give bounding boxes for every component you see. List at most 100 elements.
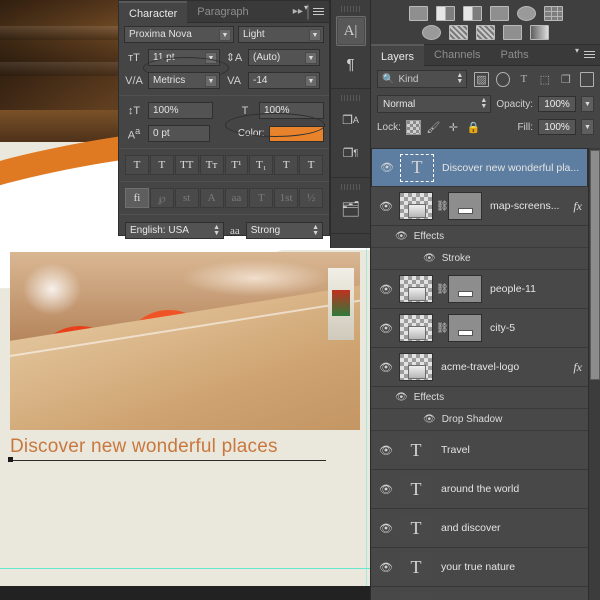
- layer-visibility-eye-icon[interactable]: 👁: [373, 561, 399, 574]
- adjustments-panel[interactable]: [371, 0, 600, 45]
- layer-visibility-eye-icon[interactable]: 👁: [373, 283, 399, 296]
- tracking-field[interactable]: -14 ▼: [248, 72, 320, 89]
- layer-visibility-eye-icon[interactable]: 👁: [373, 444, 399, 457]
- layer-thumbnail-text[interactable]: T: [399, 592, 433, 600]
- character-panel-icon[interactable]: A |: [335, 16, 366, 46]
- layer-effect-row[interactable]: 👁 Stroke: [371, 248, 588, 270]
- levels-icon[interactable]: [435, 6, 455, 21]
- language-stepper-icon[interactable]: ▲ ▼: [213, 224, 220, 237]
- fill-value[interactable]: 100%: [538, 119, 576, 135]
- effect-visibility-eye-icon[interactable]: 👁: [423, 414, 436, 425]
- photo-filter-icon[interactable]: [476, 25, 495, 40]
- layer-name[interactable]: and discover: [433, 522, 588, 534]
- layer-visibility-eye-icon[interactable]: 👁: [373, 361, 399, 374]
- character-panel-tabs[interactable]: Character Paragraph ▸▸ |: [119, 0, 329, 23]
- layer-mask-link-icon[interactable]: ⛓: [436, 284, 449, 295]
- character-styles-icon[interactable]: ❐ A: [336, 105, 366, 135]
- layer-effects-fx-icon[interactable]: fx: [573, 199, 588, 214]
- font-family-dropdown-arrow[interactable]: ▼: [219, 29, 231, 41]
- channel-mixer-icon[interactable]: [503, 25, 522, 40]
- brightness-contrast-icon[interactable]: [408, 6, 428, 21]
- panel-menu-icon[interactable]: [304, 3, 324, 17]
- pixel-filter-icon[interactable]: ▨: [474, 71, 489, 87]
- tab-paragraph[interactable]: Paragraph: [187, 1, 258, 23]
- paragraph-panel-icon[interactable]: ¶: [336, 49, 366, 79]
- effect-visibility-eye-icon[interactable]: 👁: [423, 253, 436, 264]
- effect-visibility-eye-icon[interactable]: 👁: [395, 392, 408, 403]
- adjustments-row-2[interactable]: [377, 23, 594, 42]
- smart-object-filter-icon[interactable]: ❐: [559, 72, 573, 87]
- layer-name[interactable]: city-5: [482, 322, 588, 334]
- lock-image-pixels-icon[interactable]: 🖌: [426, 120, 441, 135]
- text-style-button-row[interactable]: T T TT Tᴛ T¹ T₁ T T: [119, 152, 329, 178]
- adjustments-icon[interactable]: 🗂: [336, 194, 366, 224]
- paragraph-styles-icon[interactable]: ❐ ¶: [336, 138, 366, 168]
- exposure-icon[interactable]: [489, 6, 509, 21]
- font-family-row[interactable]: Proxima Nova ▼ Light ▼: [119, 23, 329, 46]
- horizontal-scale-field[interactable]: 100%: [259, 102, 324, 119]
- layer-thumbnail-text[interactable]: T: [399, 436, 433, 464]
- layer-kind-stepper-icon[interactable]: ▲ ▼: [456, 72, 463, 85]
- layer-row[interactable]: 👁 T Discover new wonderful pla...: [371, 148, 588, 187]
- tab-paths[interactable]: Paths: [491, 44, 539, 66]
- font-family-field[interactable]: Proxima Nova ▼: [124, 26, 234, 43]
- canvas-headline-text[interactable]: Discover new wonderful places: [10, 436, 350, 458]
- hue-saturation-icon[interactable]: [543, 6, 563, 21]
- titling-alternates-button[interactable]: T: [249, 188, 274, 208]
- layer-effect-row[interactable]: 👁 Effects: [371, 387, 588, 409]
- font-style-field[interactable]: Light ▼: [238, 26, 324, 43]
- adjustment-filter-icon[interactable]: [495, 71, 510, 87]
- size-leading-row[interactable]: ᴛT 11 pt ▼ ⇕A (Auto) ▼: [119, 46, 329, 79]
- layer-thumbnail[interactable]: [399, 353, 433, 381]
- opacity-value[interactable]: 100%: [538, 96, 576, 112]
- blend-mode-stepper-icon[interactable]: ▲ ▼: [480, 97, 487, 110]
- layer-name[interactable]: acme-travel-logo: [433, 361, 573, 373]
- tab-character[interactable]: Character: [119, 0, 188, 23]
- faux-italic-button[interactable]: T: [149, 155, 174, 175]
- layer-visibility-eye-icon[interactable]: 👁: [373, 200, 399, 213]
- layer-mask-thumbnail[interactable]: [448, 275, 482, 303]
- layer-thumbnail-text[interactable]: T: [399, 553, 433, 581]
- shape-filter-icon[interactable]: ⬚: [538, 72, 552, 87]
- layer-thumbnail[interactable]: [399, 275, 433, 303]
- kerning-field[interactable]: Metrics ▼: [148, 72, 220, 89]
- oldstyle-button[interactable]: aa: [224, 188, 249, 208]
- layer-list[interactable]: 👁 T Discover new wonderful pla... 👁 ⛓ map-scr…: [371, 148, 588, 600]
- layer-row[interactable]: 👁 ⛓ people-11: [371, 270, 588, 309]
- text-anchor-point[interactable]: [8, 457, 13, 462]
- curves-icon[interactable]: [462, 6, 482, 21]
- antialias-stepper-icon[interactable]: ▲ ▼: [312, 224, 319, 237]
- opentype-button-row[interactable]: fi ℘ st Aaa T 1st ½: [119, 185, 329, 211]
- text-color-swatch[interactable]: [268, 125, 324, 142]
- lock-position-icon[interactable]: ✛: [446, 120, 461, 135]
- layer-mask-link-icon[interactable]: ⛓: [436, 201, 449, 212]
- language-select[interactable]: English: USA ▲ ▼: [125, 222, 224, 239]
- leading-dropdown-arrow[interactable]: ▼: [305, 52, 317, 64]
- layer-mask-thumbnail[interactable]: [448, 314, 482, 342]
- black-white-icon[interactable]: [449, 25, 468, 40]
- layers-panel[interactable]: Layers Channels Paths 🔍 Kind ▲▼ ▨ T ⬚ ❐ …: [370, 0, 600, 600]
- kerning-dropdown-arrow[interactable]: ▼: [205, 75, 217, 87]
- layer-row[interactable]: 👁 Tand discover: [371, 509, 588, 548]
- layer-thumbnail-text[interactable]: T: [400, 153, 434, 182]
- layer-name[interactable]: your true nature: [433, 561, 588, 573]
- layer-row[interactable]: 👁 Taround the world: [371, 470, 588, 509]
- layer-effects-fx-icon[interactable]: fx: [573, 360, 588, 375]
- layers-scrollbar[interactable]: [588, 148, 600, 600]
- layer-mask-thumbnail[interactable]: [448, 192, 482, 220]
- dock-grip-adjust[interactable]: [341, 184, 360, 190]
- vertical-scale-field[interactable]: 100%: [148, 102, 213, 119]
- effect-visibility-eye-icon[interactable]: 👁: [395, 231, 408, 242]
- blend-opacity-row[interactable]: Normal ▲ ▼ Opacity: 100% ▼: [371, 92, 600, 116]
- layers-panel-menu-icon[interactable]: [575, 46, 595, 60]
- layer-visibility-eye-icon[interactable]: 👁: [373, 522, 399, 535]
- layer-filter-row[interactable]: 🔍 Kind ▲ ▼ ▨ T ⬚ ❐: [371, 66, 600, 92]
- small-caps-button[interactable]: Tᴛ: [199, 155, 224, 175]
- layer-row[interactable]: 👁 ⛓ city-5: [371, 309, 588, 348]
- layer-name[interactable]: Travel: [433, 444, 588, 456]
- layer-name[interactable]: around the world: [433, 483, 588, 495]
- language-row[interactable]: English: USA ▲ ▼ aa Strong ▲ ▼: [119, 218, 329, 243]
- adjustments-row-1[interactable]: [377, 4, 594, 23]
- layer-name[interactable]: Discover new wonderful pla...: [434, 162, 583, 174]
- blend-mode-select[interactable]: Normal ▲ ▼: [377, 95, 492, 113]
